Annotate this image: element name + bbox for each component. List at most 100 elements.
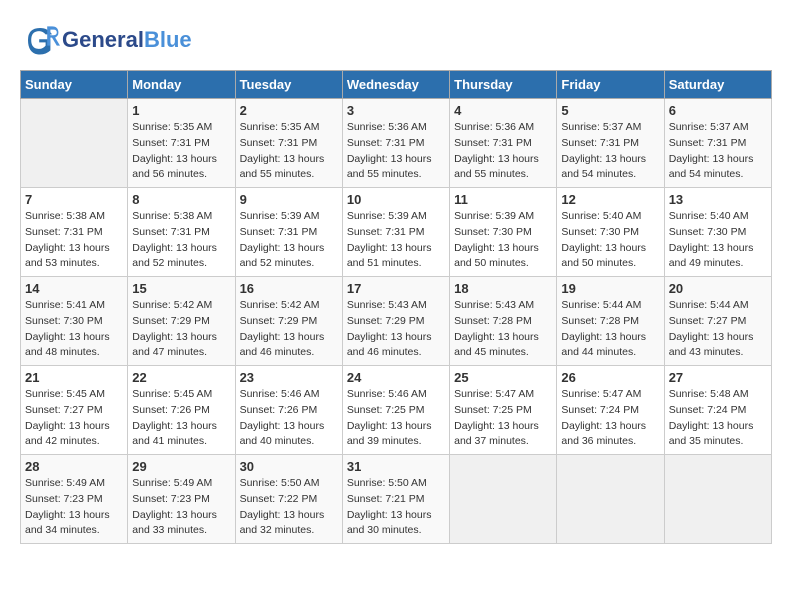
table-cell: [450, 455, 557, 544]
table-cell: 6 Sunrise: 5:37 AMSunset: 7:31 PMDaylight…: [664, 99, 771, 188]
table-cell: 2 Sunrise: 5:35 AMSunset: 7:31 PMDaylight…: [235, 99, 342, 188]
cell-info: Sunrise: 5:45 AMSunset: 7:26 PMDaylight:…: [132, 387, 230, 450]
table-cell: 4 Sunrise: 5:36 AMSunset: 7:31 PMDaylight…: [450, 99, 557, 188]
table-cell: 27 Sunrise: 5:48 AMSunset: 7:24 PMDayligh…: [664, 366, 771, 455]
cell-info: Sunrise: 5:43 AMSunset: 7:29 PMDaylight:…: [347, 298, 445, 361]
table-cell: 22 Sunrise: 5:45 AMSunset: 7:26 PMDayligh…: [128, 366, 235, 455]
day-number: 2: [240, 103, 338, 118]
cell-info: Sunrise: 5:44 AMSunset: 7:28 PMDaylight:…: [561, 298, 659, 361]
table-cell: 8 Sunrise: 5:38 AMSunset: 7:31 PMDaylight…: [128, 188, 235, 277]
header-monday: Monday: [128, 71, 235, 99]
day-number: 26: [561, 370, 659, 385]
logo-general: General: [62, 27, 144, 52]
day-number: 4: [454, 103, 552, 118]
header-sunday: Sunday: [21, 71, 128, 99]
logo: GeneralBlue: [20, 20, 192, 60]
week-row-1: 1 Sunrise: 5:35 AMSunset: 7:31 PMDaylight…: [21, 99, 772, 188]
day-number: 28: [25, 459, 123, 474]
header-row: SundayMondayTuesdayWednesdayThursdayFrid…: [21, 71, 772, 99]
day-number: 1: [132, 103, 230, 118]
cell-info: Sunrise: 5:49 AMSunset: 7:23 PMDaylight:…: [132, 476, 230, 539]
cell-info: Sunrise: 5:37 AMSunset: 7:31 PMDaylight:…: [669, 120, 767, 183]
day-number: 3: [347, 103, 445, 118]
cell-info: Sunrise: 5:38 AMSunset: 7:31 PMDaylight:…: [132, 209, 230, 272]
table-cell: [557, 455, 664, 544]
day-number: 10: [347, 192, 445, 207]
cell-info: Sunrise: 5:47 AMSunset: 7:25 PMDaylight:…: [454, 387, 552, 450]
header-thursday: Thursday: [450, 71, 557, 99]
cell-info: Sunrise: 5:43 AMSunset: 7:28 PMDaylight:…: [454, 298, 552, 361]
cell-info: Sunrise: 5:49 AMSunset: 7:23 PMDaylight:…: [25, 476, 123, 539]
cell-info: Sunrise: 5:45 AMSunset: 7:27 PMDaylight:…: [25, 387, 123, 450]
table-cell: 19 Sunrise: 5:44 AMSunset: 7:28 PMDayligh…: [557, 277, 664, 366]
table-cell: 20Sunrise: 5:44 AMSunset: 7:27 PMDayligh…: [664, 277, 771, 366]
week-row-2: 7 Sunrise: 5:38 AMSunset: 7:31 PMDaylight…: [21, 188, 772, 277]
day-number: 17: [347, 281, 445, 296]
cell-info: Sunrise: 5:50 AMSunset: 7:21 PMDaylight:…: [347, 476, 445, 539]
cell-info: Sunrise: 5:46 AMSunset: 7:25 PMDaylight:…: [347, 387, 445, 450]
day-number: 31: [347, 459, 445, 474]
day-number: 18: [454, 281, 552, 296]
table-cell: 15 Sunrise: 5:42 AMSunset: 7:29 PMDayligh…: [128, 277, 235, 366]
day-number: 23: [240, 370, 338, 385]
table-cell: 28 Sunrise: 5:49 AMSunset: 7:23 PMDayligh…: [21, 455, 128, 544]
cell-info: Sunrise: 5:35 AMSunset: 7:31 PMDaylight:…: [132, 120, 230, 183]
table-cell: 7Sunrise: 5:38 AMSunset: 7:31 PMDaylight…: [21, 188, 128, 277]
week-row-4: 21Sunrise: 5:45 AMSunset: 7:27 PMDayligh…: [21, 366, 772, 455]
table-cell: 18 Sunrise: 5:43 AMSunset: 7:28 PMDayligh…: [450, 277, 557, 366]
cell-info: Sunrise: 5:48 AMSunset: 7:24 PMDaylight:…: [669, 387, 767, 450]
week-row-3: 14Sunrise: 5:41 AMSunset: 7:30 PMDayligh…: [21, 277, 772, 366]
table-cell: 5Sunrise: 5:37 AMSunset: 7:31 PMDaylight…: [557, 99, 664, 188]
cell-info: Sunrise: 5:35 AMSunset: 7:31 PMDaylight:…: [240, 120, 338, 183]
day-number: 15: [132, 281, 230, 296]
cell-info: Sunrise: 5:37 AMSunset: 7:31 PMDaylight:…: [561, 120, 659, 183]
day-number: 19: [561, 281, 659, 296]
table-cell: 12 Sunrise: 5:40 AMSunset: 7:30 PMDayligh…: [557, 188, 664, 277]
cell-info: Sunrise: 5:36 AMSunset: 7:31 PMDaylight:…: [454, 120, 552, 183]
day-number: 22: [132, 370, 230, 385]
logo-blue: Blue: [144, 27, 192, 52]
day-number: 9: [240, 192, 338, 207]
table-cell: 13 Sunrise: 5:40 AMSunset: 7:30 PMDayligh…: [664, 188, 771, 277]
table-cell: 1 Sunrise: 5:35 AMSunset: 7:31 PMDaylight…: [128, 99, 235, 188]
cell-info: Sunrise: 5:46 AMSunset: 7:26 PMDaylight:…: [240, 387, 338, 450]
table-cell: 16 Sunrise: 5:42 AMSunset: 7:29 PMDayligh…: [235, 277, 342, 366]
table-cell: 3 Sunrise: 5:36 AMSunset: 7:31 PMDaylight…: [342, 99, 449, 188]
table-cell: 29 Sunrise: 5:49 AMSunset: 7:23 PMDayligh…: [128, 455, 235, 544]
day-number: 25: [454, 370, 552, 385]
table-cell: 9Sunrise: 5:39 AMSunset: 7:31 PMDaylight…: [235, 188, 342, 277]
day-number: 29: [132, 459, 230, 474]
day-number: 7: [25, 192, 123, 207]
cell-info: Sunrise: 5:42 AMSunset: 7:29 PMDaylight:…: [132, 298, 230, 361]
table-cell: 14Sunrise: 5:41 AMSunset: 7:30 PMDayligh…: [21, 277, 128, 366]
day-number: 13: [669, 192, 767, 207]
cell-info: Sunrise: 5:50 AMSunset: 7:22 PMDaylight:…: [240, 476, 338, 539]
day-number: 8: [132, 192, 230, 207]
table-cell: 23 Sunrise: 5:46 AMSunset: 7:26 PMDayligh…: [235, 366, 342, 455]
cell-info: Sunrise: 5:40 AMSunset: 7:30 PMDaylight:…: [669, 209, 767, 272]
day-number: 14: [25, 281, 123, 296]
week-row-5: 28 Sunrise: 5:49 AMSunset: 7:23 PMDayligh…: [21, 455, 772, 544]
header-wednesday: Wednesday: [342, 71, 449, 99]
header-saturday: Saturday: [664, 71, 771, 99]
day-number: 27: [669, 370, 767, 385]
cell-info: Sunrise: 5:42 AMSunset: 7:29 PMDaylight:…: [240, 298, 338, 361]
table-cell: 30Sunrise: 5:50 AMSunset: 7:22 PMDayligh…: [235, 455, 342, 544]
header-friday: Friday: [557, 71, 664, 99]
cell-info: Sunrise: 5:40 AMSunset: 7:30 PMDaylight:…: [561, 209, 659, 272]
day-number: 12: [561, 192, 659, 207]
table-cell: 10 Sunrise: 5:39 AMSunset: 7:31 PMDayligh…: [342, 188, 449, 277]
table-cell: [21, 99, 128, 188]
table-cell: 25 Sunrise: 5:47 AMSunset: 7:25 PMDayligh…: [450, 366, 557, 455]
cell-info: Sunrise: 5:39 AMSunset: 7:31 PMDaylight:…: [347, 209, 445, 272]
table-cell: 24Sunrise: 5:46 AMSunset: 7:25 PMDayligh…: [342, 366, 449, 455]
header-tuesday: Tuesday: [235, 71, 342, 99]
table-cell: 11Sunrise: 5:39 AMSunset: 7:30 PMDayligh…: [450, 188, 557, 277]
day-number: 6: [669, 103, 767, 118]
day-number: 11: [454, 192, 552, 207]
day-number: 16: [240, 281, 338, 296]
cell-info: Sunrise: 5:36 AMSunset: 7:31 PMDaylight:…: [347, 120, 445, 183]
table-cell: 17 Sunrise: 5:43 AMSunset: 7:29 PMDayligh…: [342, 277, 449, 366]
table-cell: 21Sunrise: 5:45 AMSunset: 7:27 PMDayligh…: [21, 366, 128, 455]
table-cell: 26Sunrise: 5:47 AMSunset: 7:24 PMDayligh…: [557, 366, 664, 455]
